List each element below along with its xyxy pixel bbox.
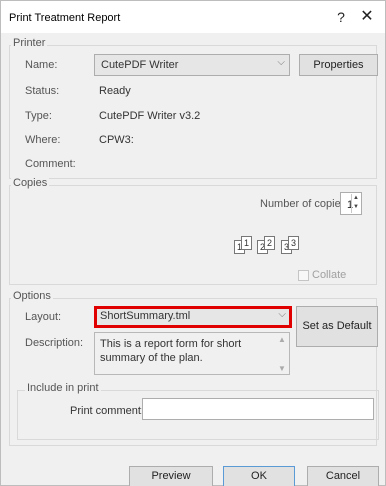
printer-status-value: Ready <box>99 85 131 97</box>
page-1-front: 1 <box>241 236 252 250</box>
set-as-default-label: Set as Default <box>302 320 372 332</box>
printer-name-select[interactable]: CutePDF Writer ⌵ <box>94 54 290 76</box>
printer-name-value: CutePDF Writer <box>101 59 179 71</box>
printer-type-value: CutePDF Writer v3.2 <box>99 110 201 122</box>
scroll-up-icon[interactable]: ▲ <box>278 335 286 344</box>
print-comment-label: Print comment: <box>70 405 144 417</box>
properties-button-label: Properties <box>313 59 364 71</box>
collate-label: Collate <box>312 269 347 281</box>
chevron-down-icon: ⌵ <box>277 57 285 68</box>
page-3-front: 3 <box>288 236 299 250</box>
chevron-down-icon: ⌵ <box>278 309 286 320</box>
layout-label: Layout: <box>25 311 62 323</box>
preview-button[interactable]: Preview <box>129 466 213 486</box>
dialog-title: Print Treatment Report <box>9 12 121 24</box>
description-label: Description: <box>25 337 84 349</box>
printer-type-label: Type: <box>25 110 52 122</box>
collate-checkbox[interactable] <box>298 270 309 281</box>
properties-button[interactable]: Properties <box>299 54 378 76</box>
page-2-front: 2 <box>264 236 275 250</box>
preview-button-label: Preview <box>151 470 191 482</box>
copies-group-label: Copies <box>11 177 50 189</box>
options-group-label: Options <box>11 290 53 302</box>
cancel-button-label: Cancel <box>325 470 361 482</box>
title-bar: Print Treatment Report ? ✕ <box>1 1 385 33</box>
description-box[interactable]: This is a report form for short summary … <box>94 332 290 375</box>
close-button[interactable]: ✕ <box>357 7 377 27</box>
print-comment-input[interactable] <box>142 398 374 420</box>
printer-status-label: Status: <box>25 85 60 97</box>
ok-button[interactable]: OK <box>223 466 295 486</box>
layout-select[interactable]: ShortSummary.tml ⌵ <box>94 306 292 328</box>
printer-name-label: Name: <box>25 59 58 71</box>
description-scrollbar[interactable]: ▲ ▼ <box>276 334 288 373</box>
include-in-print-label: Include in print <box>25 382 101 394</box>
printer-where-value: CPW3: <box>99 134 134 146</box>
description-text: This is a report form for short summary … <box>100 338 242 364</box>
spinner-arrows: ▲ ▼ <box>351 194 360 213</box>
printer-group-label: Printer <box>11 37 48 49</box>
collate-pages-illustration: 1 1 2 2 3 3 <box>232 234 312 258</box>
cancel-button[interactable]: Cancel <box>307 466 379 486</box>
print-treatment-report-dialog: Print Treatment Report ? ✕ Printer Name:… <box>0 0 386 486</box>
printer-comment-label: Comment: <box>25 158 76 170</box>
spin-up-icon[interactable]: ▲ <box>353 195 359 201</box>
help-button[interactable]: ? <box>331 7 351 27</box>
scroll-down-icon[interactable]: ▼ <box>278 364 286 373</box>
layout-value: ShortSummary.tml <box>100 310 191 322</box>
set-as-default-button[interactable]: Set as Default <box>296 306 378 347</box>
printer-where-label: Where: <box>25 134 61 146</box>
spin-down-icon[interactable]: ▼ <box>353 204 359 210</box>
copies-spinner[interactable]: 1 ▲ ▼ <box>340 192 362 215</box>
number-of-copies-label: Number of copies: <box>260 198 350 210</box>
ok-button-label: OK <box>251 470 267 482</box>
